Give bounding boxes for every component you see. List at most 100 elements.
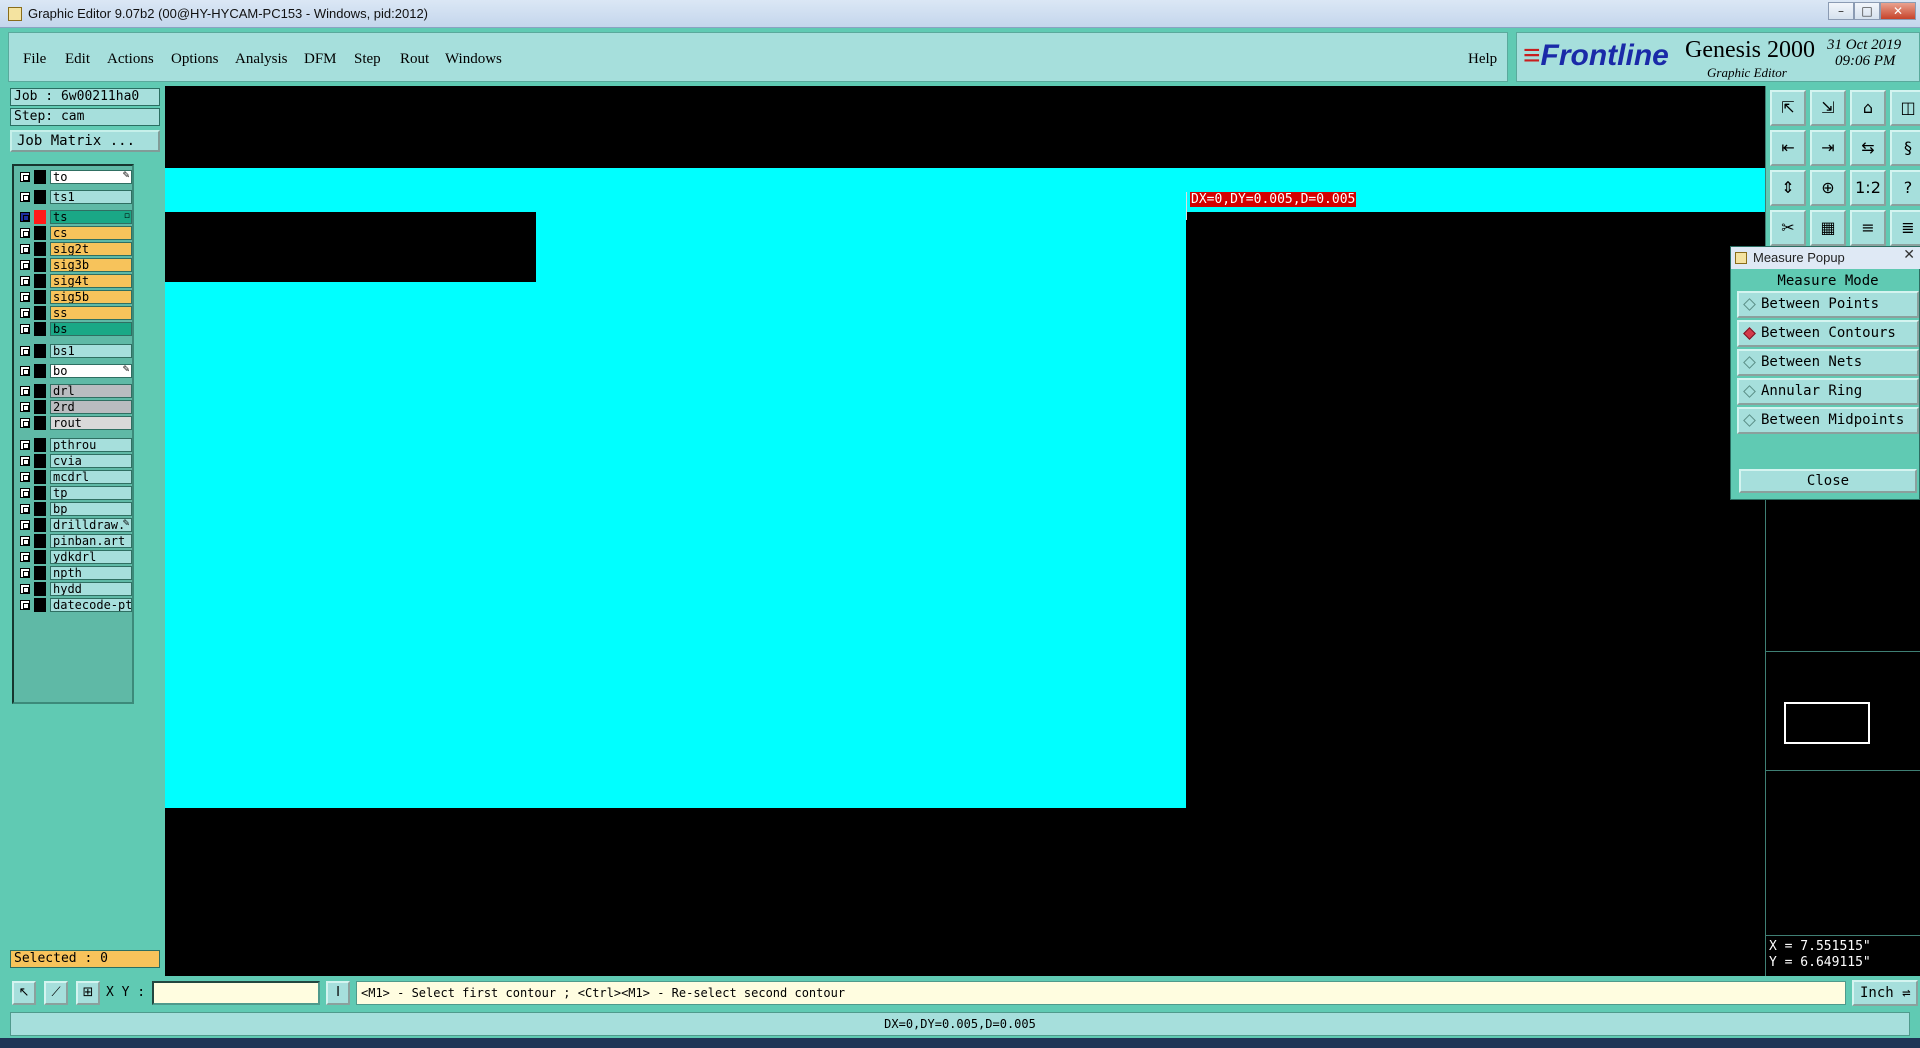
layer-color-swatch[interactable] (34, 534, 46, 548)
layer-checkbox[interactable] (20, 366, 30, 376)
layer-checkbox[interactable] (20, 600, 30, 610)
layer-checkbox[interactable] (20, 244, 30, 254)
zoom-out-icon[interactable]: ⇲ (1810, 90, 1846, 126)
layer-checkbox[interactable] (20, 520, 30, 530)
menu-options[interactable]: Options (171, 51, 219, 68)
layer-row[interactable]: sig3b (16, 258, 132, 272)
menu-analysis[interactable]: Analysis (235, 51, 288, 68)
layer-color-swatch[interactable] (34, 170, 46, 184)
layer-name[interactable]: ts (50, 210, 132, 224)
mode-between-points[interactable]: Between Points (1737, 291, 1919, 318)
layer-name[interactable]: pinban.art (50, 534, 132, 548)
measure-tool-icon[interactable]: ✂ (1770, 210, 1806, 246)
layer-name[interactable]: pthrou (50, 438, 132, 452)
layer-name[interactable]: tp (50, 486, 132, 500)
layer-row[interactable]: drl (16, 384, 132, 398)
zoom-center-icon[interactable]: ⊕ (1810, 170, 1846, 206)
layer-color-swatch[interactable] (34, 502, 46, 516)
layer-name[interactable]: cs (50, 226, 132, 240)
layer-row[interactable]: bs1 (16, 344, 132, 358)
zoom-home-icon[interactable]: ⇱ (1770, 90, 1806, 126)
layer-checkbox[interactable] (20, 456, 30, 466)
xy-input[interactable] (152, 981, 320, 1005)
layer-name[interactable]: rout (50, 416, 132, 430)
layer-name[interactable]: ss (50, 306, 132, 320)
layer-color-swatch[interactable] (34, 400, 46, 414)
layer-color-swatch[interactable] (34, 416, 46, 430)
layer-name[interactable]: drl (50, 384, 132, 398)
mode-annular-ring[interactable]: Annular Ring (1737, 378, 1919, 405)
layer-name[interactable]: bo (50, 364, 132, 378)
layer-name[interactable]: npth (50, 566, 132, 580)
layer-checkbox[interactable] (20, 584, 30, 594)
minimize-button[interactable]: – (1828, 2, 1854, 20)
layer-color-swatch[interactable] (34, 290, 46, 304)
layer-name[interactable]: hydd (50, 582, 132, 596)
close-window-button[interactable]: ✕ (1880, 2, 1916, 20)
layer-color-swatch[interactable] (34, 344, 46, 358)
layer-name[interactable]: sig5b (50, 290, 132, 304)
mode-between-midpoints[interactable]: Between Midpoints (1737, 407, 1919, 434)
layer-checkbox[interactable] (20, 568, 30, 578)
layer-row[interactable]: hydd (16, 582, 132, 596)
net-icon[interactable]: ≣ (1890, 210, 1920, 246)
layer-row[interactable]: pinban.art (16, 534, 132, 548)
menu-actions[interactable]: Actions (107, 51, 154, 68)
layer-color-swatch[interactable] (34, 582, 46, 596)
layer-name[interactable]: mcdrl (50, 470, 132, 484)
layer-name[interactable]: ts1 (50, 190, 132, 204)
maximize-button[interactable]: □ (1854, 2, 1880, 20)
layer-color-swatch[interactable] (34, 306, 46, 320)
units-selector[interactable]: Inch ⇌ (1852, 980, 1918, 1006)
layer-name[interactable]: to (50, 170, 132, 184)
layer-checkbox[interactable] (20, 228, 30, 238)
layer-name[interactable]: sig2t (50, 242, 132, 256)
menu-dfm[interactable]: DFM (304, 51, 337, 68)
layer-row[interactable]: mcdrl (16, 470, 132, 484)
layer-color-swatch[interactable] (34, 210, 46, 224)
layer-name[interactable]: sig4t (50, 274, 132, 288)
snap-line-icon[interactable]: ⟋ (44, 981, 68, 1005)
text-cursor-icon[interactable]: I (326, 981, 350, 1005)
layer-row[interactable]: bp (16, 502, 132, 516)
layer-color-swatch[interactable] (34, 518, 46, 532)
layer-checkbox[interactable] (20, 212, 30, 222)
home-icon[interactable]: ⌂ (1850, 90, 1886, 126)
layer-checkbox[interactable] (20, 346, 30, 356)
layer-row[interactable]: cs (16, 226, 132, 240)
layer-color-swatch[interactable] (34, 486, 46, 500)
menu-file[interactable]: File (23, 51, 46, 68)
scale-icon[interactable]: 1:2 (1850, 170, 1886, 206)
layer-row[interactable]: ss (16, 306, 132, 320)
layer-name[interactable]: cvia (50, 454, 132, 468)
swap-icon[interactable]: ⇆ (1850, 130, 1886, 166)
layer-row[interactable]: bo ✎ (16, 364, 132, 378)
layer-row[interactable]: bs (16, 322, 132, 336)
layer-row[interactable]: ydkdrl (16, 550, 132, 564)
layer-row[interactable]: cvia (16, 454, 132, 468)
layer-color-swatch[interactable] (34, 274, 46, 288)
layer-checkbox[interactable] (20, 308, 30, 318)
fit-vertical-icon[interactable]: ⇕ (1770, 170, 1806, 206)
grid-snap-icon[interactable]: ⊞ (76, 981, 100, 1005)
overview-map[interactable] (1766, 651, 1920, 771)
job-matrix-button[interactable]: Job Matrix ... (10, 130, 160, 152)
layer-color-swatch[interactable] (34, 242, 46, 256)
layer-checkbox[interactable] (20, 552, 30, 562)
layers-icon[interactable]: ≡ (1850, 210, 1886, 246)
layer-name[interactable]: bp (50, 502, 132, 516)
layer-color-swatch[interactable] (34, 258, 46, 272)
layer-color-swatch[interactable] (34, 384, 46, 398)
layer-color-swatch[interactable] (34, 598, 46, 612)
layer-row[interactable]: 2rd (16, 400, 132, 414)
layer-row[interactable]: rout (16, 416, 132, 430)
pan-left-icon[interactable]: ⇤ (1770, 130, 1806, 166)
help-icon[interactable]: ? (1890, 170, 1920, 206)
pan-right-icon[interactable]: ⇥ (1810, 130, 1846, 166)
layer-color-swatch[interactable] (34, 454, 46, 468)
layer-row[interactable]: sig5b (16, 290, 132, 304)
layer-checkbox[interactable] (20, 276, 30, 286)
layer-checkbox[interactable] (20, 192, 30, 202)
graphic-canvas[interactable]: DX=0,DY=0.005,D=0.005 (165, 86, 1765, 976)
select-pointer-icon[interactable]: ↖ (12, 981, 36, 1005)
